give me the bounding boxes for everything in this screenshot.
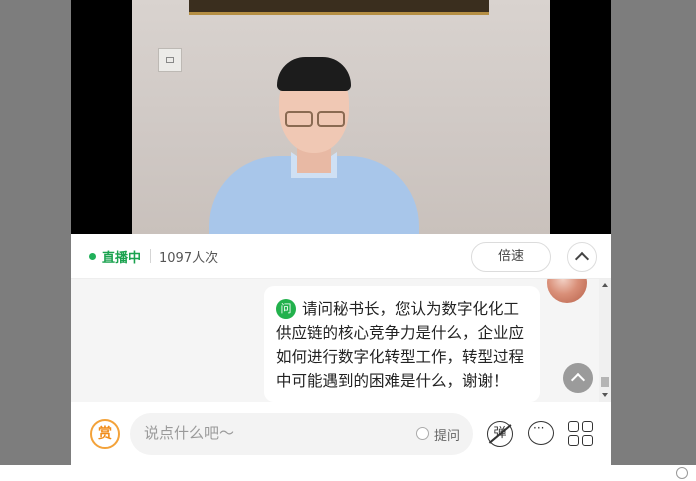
wall-picture-frame bbox=[189, 0, 489, 15]
page-bottom-strip bbox=[0, 465, 696, 481]
video-player[interactable] bbox=[71, 0, 611, 234]
playback-speed-button[interactable]: 倍速 bbox=[471, 242, 551, 272]
wall-outlet bbox=[158, 48, 182, 72]
video-frame bbox=[132, 0, 550, 234]
loading-icon bbox=[676, 467, 688, 479]
speaker bbox=[209, 55, 419, 234]
live-stream-panel bbox=[71, 0, 611, 465]
collapse-chevron-up-icon[interactable] bbox=[567, 242, 597, 272]
